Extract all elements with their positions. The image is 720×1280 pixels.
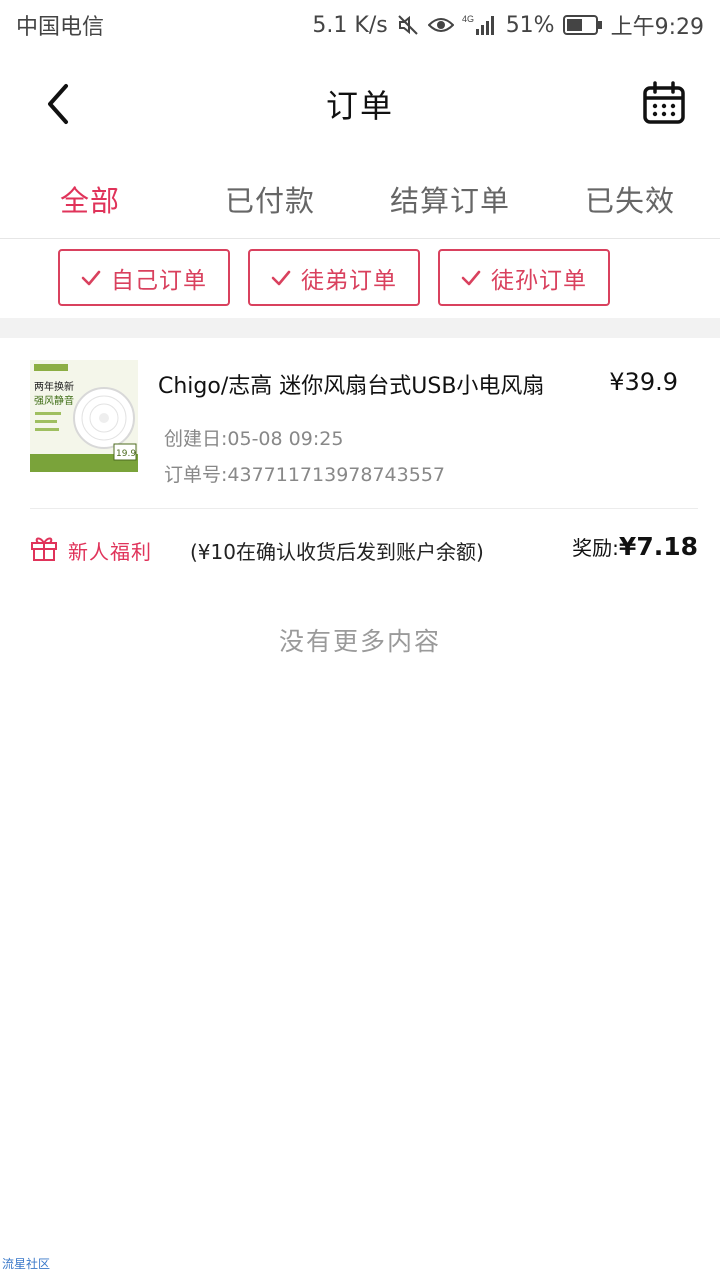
battery-icon [562, 14, 603, 36]
page-title: 订单 [325, 87, 394, 125]
watermark: 流星社区 [2, 1257, 51, 1271]
reward-note: (¥10在确认收货后发到账户余额) [190, 540, 484, 564]
reward-amount: 奖励:¥7.18 [572, 532, 698, 561]
tab-settled[interactable]: 结算订单 [360, 165, 540, 237]
filter-label: 徒弟订单 [301, 267, 397, 294]
order-created-date: 创建日:05-08 09:25 [164, 428, 344, 450]
mute-icon [396, 13, 420, 37]
nav-bar: 订单 [0, 52, 720, 156]
section-divider [0, 318, 720, 338]
check-icon [81, 270, 101, 285]
reward-value: ¥7.18 [618, 532, 698, 561]
filter-own-orders[interactable]: 自己订单 [58, 249, 230, 306]
battery-percent: 51% [505, 12, 555, 38]
clock: 上午9:29 [610, 15, 704, 40]
network-speed: 5.1 K/s [312, 12, 388, 38]
network-type: 4G [462, 14, 474, 24]
order-tabs: 全部 已付款 结算订单 已失效 [0, 165, 720, 237]
filter-apprentice-orders[interactable]: 徒弟订单 [248, 249, 420, 306]
status-bar: 中国电信 5.1 K/s 4G 51% 上午9:29 [0, 0, 720, 50]
filter-label: 徒孙订单 [491, 267, 587, 294]
filter-label: 自己订单 [111, 267, 207, 294]
check-icon [271, 270, 291, 285]
tab-expired[interactable]: 已失效 [540, 165, 720, 237]
thumb-tagline: 强风静音 [34, 394, 74, 407]
calendar-button[interactable] [640, 80, 688, 128]
signal-icon: 4G [462, 13, 498, 37]
eye-icon [427, 15, 454, 35]
tab-all[interactable]: 全部 [0, 165, 180, 237]
product-price: ¥39.9 [609, 368, 678, 396]
tabs-divider [0, 238, 720, 239]
order-divider [30, 508, 698, 509]
no-more-content: 没有更多内容 [278, 627, 441, 656]
check-icon [461, 270, 481, 285]
carrier-label: 中国电信 [16, 15, 105, 40]
chevron-left-icon [48, 84, 68, 124]
tab-paid[interactable]: 已付款 [180, 165, 360, 237]
order-number: 订单号:437711713978743557 [164, 464, 445, 486]
product-title: Chigo/志高 迷你风扇台式USB小电风扇 [158, 374, 545, 399]
gift-icon [31, 537, 57, 561]
filter-grand-apprentice-orders[interactable]: 徒孙订单 [438, 249, 610, 306]
reward-label: 新人福利 [68, 540, 152, 564]
order-filters: 自己订单 徒弟订单 徒孙订单 [58, 249, 610, 306]
product-thumbnail: 两年换新 强风静音 19.9 [30, 360, 138, 472]
reward-row: 新人福利 (¥10在确认收货后发到账户余额) 奖励:¥7.18 [0, 528, 720, 574]
back-button[interactable] [36, 78, 80, 130]
thumb-price-tag: 19.9 [116, 449, 136, 459]
thumb-badge: 两年换新 [34, 380, 74, 393]
reward-prefix: 奖励: [572, 536, 619, 560]
order-card[interactable]: 两年换新 强风静音 19.9 Chigo/志高 迷你风扇台式USB小电风扇 ¥3… [0, 338, 720, 510]
calendar-icon [643, 81, 685, 124]
